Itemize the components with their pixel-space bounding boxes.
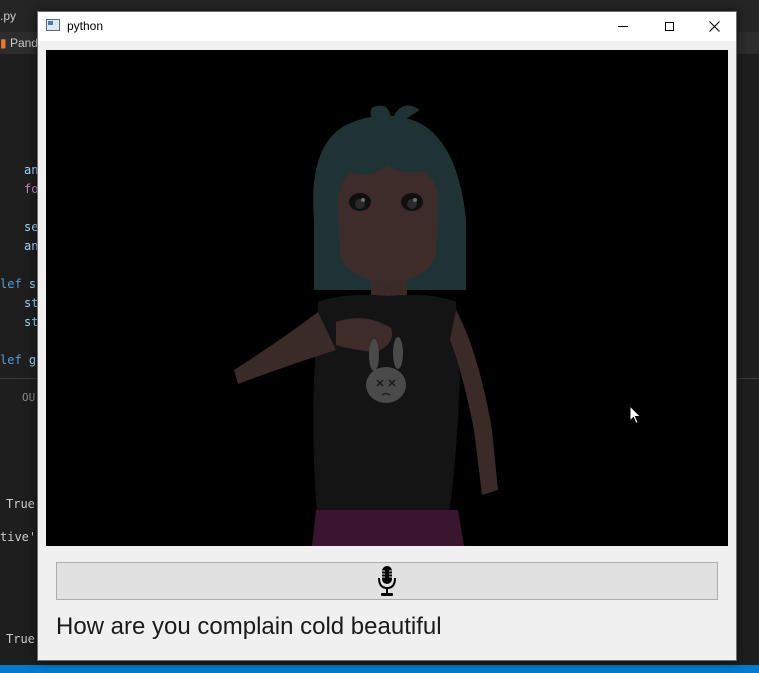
panel-tab-output[interactable]: OU	[22, 391, 35, 404]
mouse-cursor-icon	[629, 405, 642, 425]
output-line: True	[6, 632, 35, 646]
close-icon	[708, 21, 720, 32]
editor-file-label: .py	[0, 9, 17, 23]
speech-transcript: How are you complain cold beautiful	[56, 613, 442, 640]
pandas-file-icon: ▮	[0, 36, 7, 50]
title-bar[interactable]: python	[38, 12, 736, 41]
window-title: python	[67, 19, 104, 33]
maximize-icon	[664, 22, 674, 31]
avatar-video-view	[46, 50, 728, 546]
maximize-button[interactable]	[646, 12, 692, 41]
minimize-button[interactable]	[600, 12, 646, 41]
microphone-icon	[378, 566, 396, 596]
app-window-icon	[46, 19, 60, 31]
editor-tab-pand[interactable]: ▮ Pand	[0, 32, 38, 54]
microphone-button[interactable]	[56, 562, 718, 600]
output-line: True	[6, 497, 35, 511]
editor-tab-label: Pand	[9, 36, 38, 50]
close-button[interactable]	[691, 12, 737, 41]
avatar-figure	[234, 105, 498, 546]
editor-status-bar	[0, 665, 759, 673]
output-line: tive'	[0, 530, 37, 544]
minimize-icon	[618, 26, 628, 27]
app-window: python How are you complain cold beautif…	[37, 11, 737, 661]
